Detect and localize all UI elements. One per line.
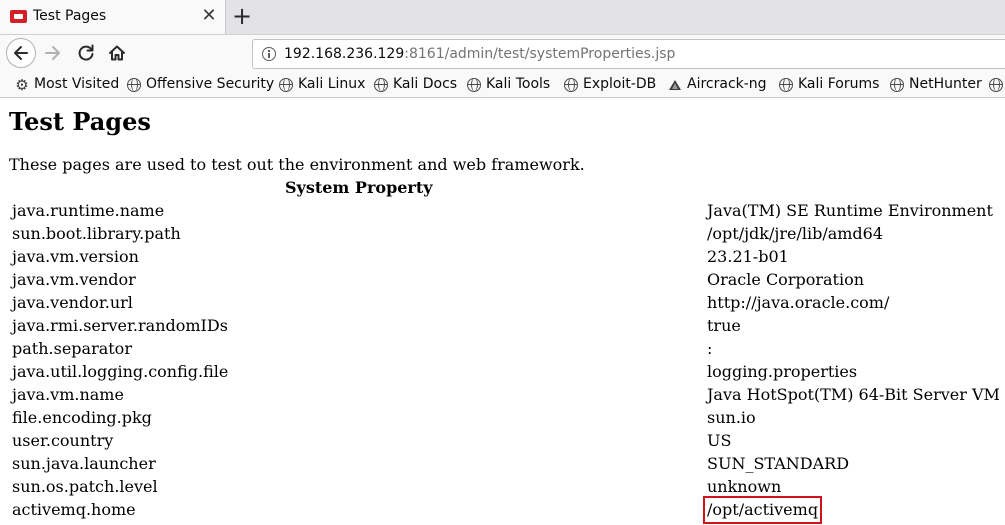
table-row: user.country US — [12, 430, 1002, 453]
bookmark-label: Most Visited — [34, 76, 120, 92]
globe-icon — [779, 78, 793, 92]
property-value: true — [707, 316, 741, 335]
property-value: Java(TM) SE Runtime Environment — [707, 201, 993, 220]
page-description: These pages are used to test out the env… — [9, 155, 585, 174]
table-row: java.runtime.name Java(TM) SE Runtime En… — [12, 200, 1002, 223]
column-header-system-property: System Property — [285, 178, 433, 197]
reload-icon — [78, 44, 94, 61]
tab-strip: Test Pages ✕ + — [0, 0, 1005, 34]
table-row: path.separator : — [12, 338, 1002, 361]
bookmark-label: NetHunter — [909, 76, 982, 92]
url-host: 192.168.236.129 — [284, 46, 405, 62]
property-value: /opt/jdk/jre/lib/amd64 — [707, 224, 884, 243]
forward-arrow-icon — [45, 46, 60, 60]
back-button[interactable] — [6, 38, 36, 68]
property-value: 23.21-b01 — [707, 247, 789, 266]
bookmarks-toolbar: ⚙ Most Visited Offensive Security Kali L… — [0, 72, 1005, 98]
globe-icon — [374, 78, 388, 92]
property-key: java.runtime.name — [12, 201, 165, 220]
home-icon — [109, 45, 125, 61]
table-row: java.vm.name Java HotSpot(TM) 64-Bit Ser… — [12, 384, 1002, 407]
property-key: java.vendor.url — [12, 293, 133, 312]
globe-icon — [564, 78, 578, 92]
property-value: logging.properties — [707, 362, 858, 381]
property-value: sun.io — [707, 408, 756, 427]
bookmark-label: Kali Linux — [298, 76, 366, 92]
property-key: java.vm.name — [12, 385, 124, 404]
property-key: java.vm.vendor — [12, 270, 136, 289]
property-key: activemq.home — [12, 500, 136, 519]
table-row: java.vendor.url http://java.oracle.com/ — [12, 292, 1002, 315]
globe-icon — [467, 78, 481, 92]
tab-test-pages[interactable]: Test Pages ✕ — [0, 0, 226, 34]
bookmark-label: Kali Forums — [798, 76, 880, 92]
url-path: :8161/admin/test/systemProperties.jsp — [404, 46, 676, 62]
home-button[interactable] — [103, 39, 133, 69]
site-favicon-icon — [10, 10, 27, 23]
property-value: Java HotSpot(TM) 64-Bit Server VM — [707, 385, 1000, 404]
property-value: US — [707, 431, 732, 450]
aircrack-icon — [669, 80, 681, 90]
property-key: path.separator — [12, 339, 132, 358]
property-key: file.encoding.pkg — [12, 408, 152, 427]
bookmark-label: Kali Tools — [486, 76, 551, 92]
page-title: Test Pages — [9, 107, 151, 136]
bookmark-label: Offensive Security — [146, 76, 275, 92]
table-row: file.encoding.pkg sun.io — [12, 407, 1002, 430]
property-key: java.util.logging.config.file — [12, 362, 229, 381]
page-content: Test Pages These pages are used to test … — [0, 99, 1005, 525]
property-value: SUN_STANDARD — [707, 454, 850, 473]
tab-title: Test Pages — [33, 8, 107, 24]
property-key: sun.java.launcher — [12, 454, 156, 473]
property-key: user.country — [12, 431, 114, 450]
reload-button[interactable] — [72, 39, 102, 69]
bookmark-label: Kali Docs — [393, 76, 458, 92]
table-row: sun.os.patch.level unknown — [12, 476, 1002, 499]
bookmark-label: Aircrack-ng — [687, 76, 767, 92]
property-value: unknown — [707, 477, 782, 496]
globe-icon — [989, 78, 1003, 92]
property-value: Oracle Corporation — [707, 270, 865, 289]
globe-icon — [890, 78, 904, 92]
property-key: java.rmi.server.randomIDs — [12, 316, 228, 335]
globe-icon — [127, 78, 141, 92]
property-key: sun.boot.library.path — [12, 224, 181, 243]
url-text[interactable]: 192.168.236.129:8161/admin/test/systemPr… — [284, 46, 675, 62]
gear-icon: ⚙ — [15, 76, 29, 94]
address-bar[interactable]: 192.168.236.129:8161/admin/test/systemPr… — [252, 39, 1005, 69]
property-value: http://java.oracle.com/ — [707, 293, 890, 312]
property-key: java.vm.version — [12, 247, 139, 266]
table-row: activemq.home /opt/activemq — [12, 496, 1002, 524]
table-row: java.util.logging.config.file logging.pr… — [12, 361, 1002, 384]
site-info-icon[interactable] — [262, 47, 276, 61]
highlighted-property-value: /opt/activemq — [702, 496, 823, 524]
table-row: sun.boot.library.path /opt/jdk/jre/lib/a… — [12, 223, 1002, 246]
system-properties-table: java.runtime.name Java(TM) SE Runtime En… — [12, 200, 1002, 524]
back-arrow-icon — [14, 46, 28, 60]
table-row: java.rmi.server.randomIDs true — [12, 315, 1002, 338]
new-tab-button[interactable]: + — [230, 3, 254, 29]
table-row: sun.java.launcher SUN_STANDARD — [12, 453, 1002, 476]
table-row: java.vm.version 23.21-b01 — [12, 246, 1002, 269]
bookmark-label: Exploit-DB — [583, 76, 657, 92]
property-value: : — [707, 339, 713, 358]
forward-button[interactable] — [40, 39, 70, 69]
navigation-toolbar: 192.168.236.129:8161/admin/test/systemPr… — [0, 34, 1005, 72]
globe-icon — [279, 78, 293, 92]
tab-close-icon[interactable]: ✕ — [200, 6, 218, 26]
property-key: sun.os.patch.level — [12, 477, 158, 496]
table-row: java.vm.vendor Oracle Corporation — [12, 269, 1002, 292]
